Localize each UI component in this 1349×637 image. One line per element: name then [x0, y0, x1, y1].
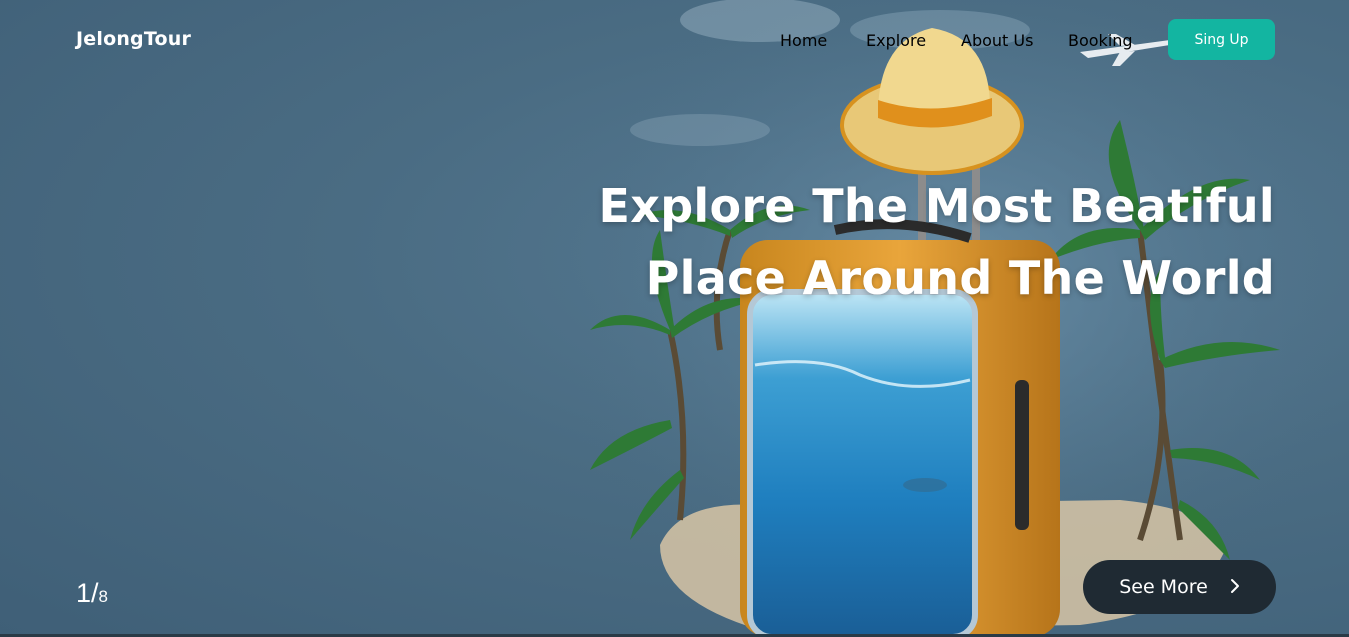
hero-headline: Explore The Most Beatiful Place Around T…	[599, 170, 1275, 314]
headline-line-2: Place Around The World	[645, 251, 1275, 305]
slide-total: 8	[98, 587, 109, 606]
nav-about-us[interactable]: About Us	[961, 31, 1033, 50]
see-more-button[interactable]: See More	[1083, 560, 1276, 614]
slide-separator: /	[91, 578, 99, 608]
chevron-right-icon	[1230, 575, 1240, 599]
headline-line-1: Explore The Most Beatiful	[598, 179, 1275, 233]
nav-explore[interactable]: Explore	[866, 31, 926, 50]
slide-current: 1	[76, 578, 92, 608]
nav-home[interactable]: Home	[780, 31, 827, 50]
brand-logo[interactable]: JelongTour	[76, 28, 191, 50]
signup-button[interactable]: Sing Up	[1168, 19, 1275, 60]
slide-counter: 1/8	[76, 578, 108, 609]
see-more-label: See More	[1119, 576, 1208, 598]
hero-illustration	[560, 0, 1349, 637]
nav-booking[interactable]: Booking	[1068, 31, 1133, 50]
hero-section: JelongTour Home Explore About Us Booking…	[0, 0, 1349, 637]
